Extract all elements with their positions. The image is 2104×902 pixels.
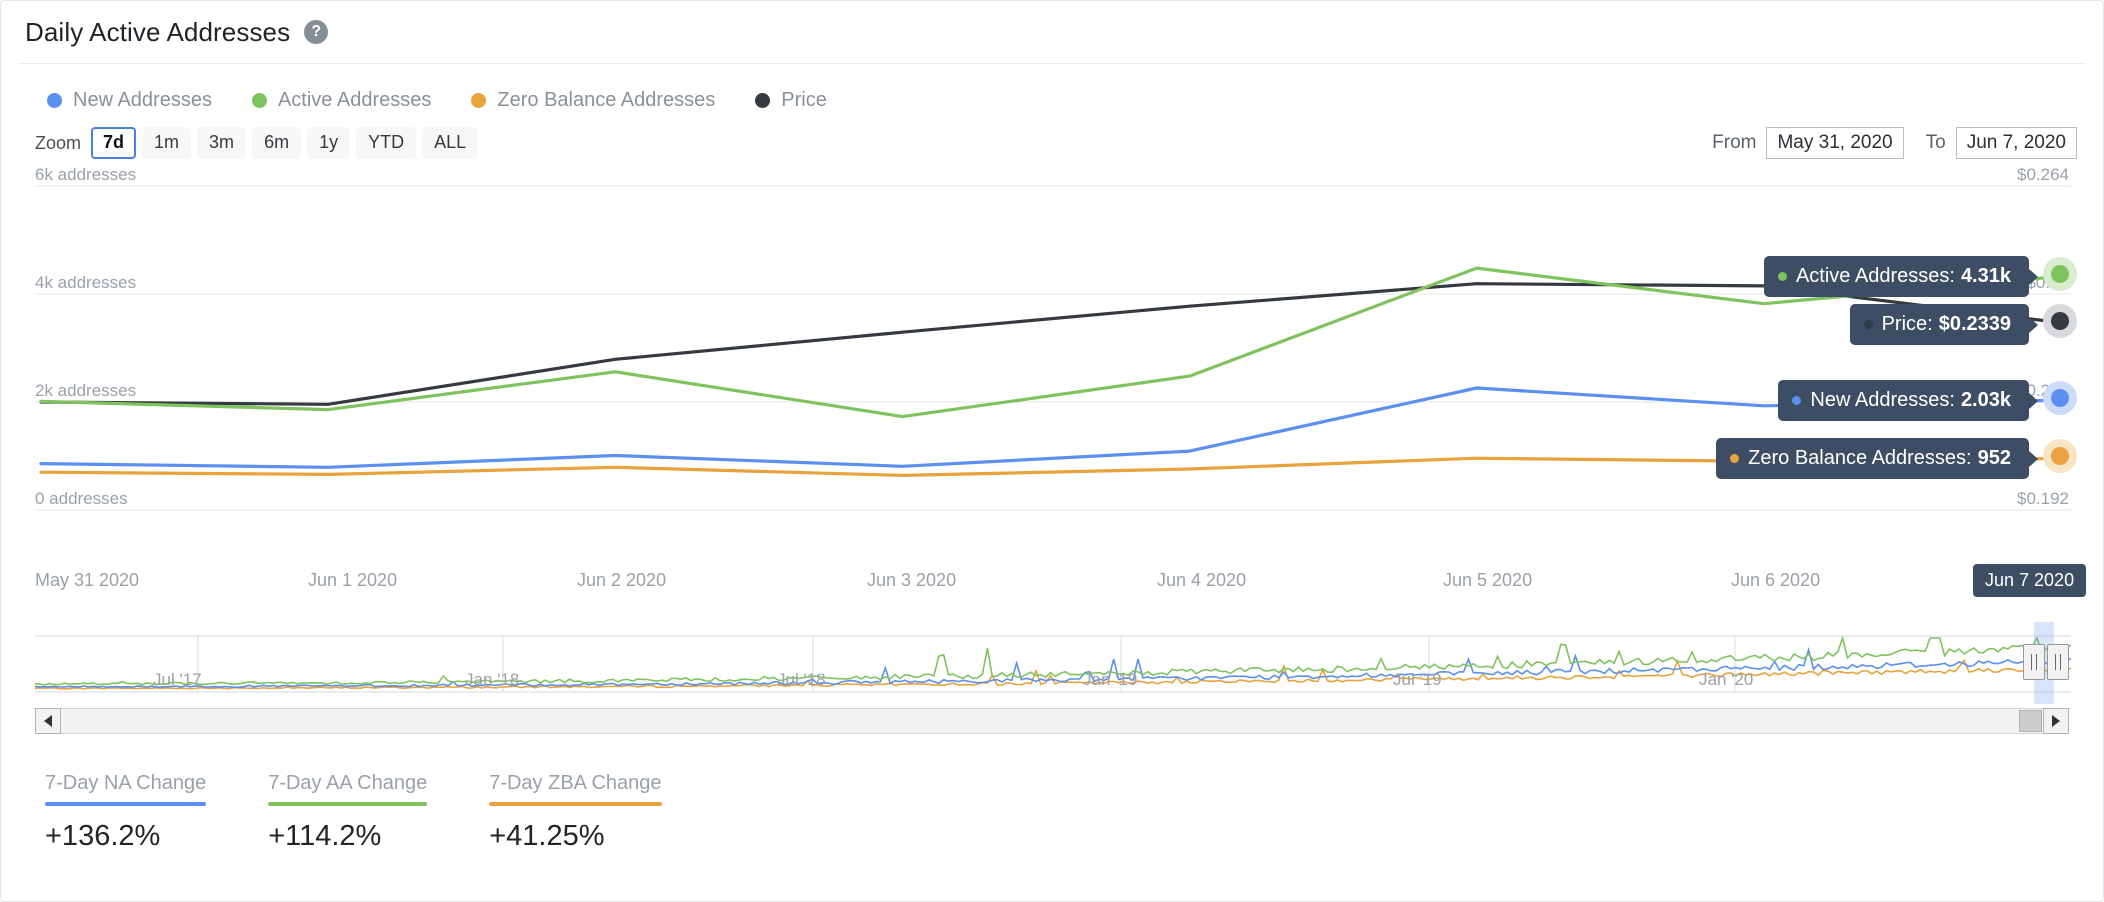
- marker-price: [2043, 304, 2077, 338]
- x-axis-tick-label: Jun 5 2020: [1443, 570, 1533, 590]
- tooltip-label: Price:: [1881, 313, 1933, 335]
- from-date-input[interactable]: May 31, 2020: [1766, 127, 1904, 159]
- legend-item-active-addresses[interactable]: Active Addresses: [251, 88, 432, 112]
- tooltip-dot-icon: [1863, 320, 1873, 329]
- series-line-active-addresses: [39, 266, 2053, 419]
- tooltip-zero-balance-addresses: Zero Balance Addresses: 952: [1716, 438, 2038, 479]
- tooltip-dot-icon: [1792, 396, 1802, 405]
- tooltip-label: New Addresses:: [1810, 389, 1955, 411]
- legend-label: Zero Balance Addresses: [497, 88, 716, 111]
- x-axis-tick-label: Jun 1 2020: [308, 570, 398, 590]
- to-date-input[interactable]: Jun 7, 2020: [1955, 127, 2077, 159]
- widget-header: Daily Active Addresses ?: [1, 1, 2103, 63]
- range-button-all[interactable]: ALL: [422, 127, 479, 159]
- tooltip-new-addresses: New Addresses: 2.03k: [1778, 380, 2038, 421]
- legend-dot-icon: [471, 92, 487, 108]
- to-label: To: [1925, 132, 1946, 153]
- x-axis-tick-label: Jun 2 2020: [577, 570, 667, 590]
- y-axis-tick-label: 2k addresses: [35, 381, 136, 400]
- stat-title: 7-Day ZBA Change: [489, 772, 662, 794]
- tooltip-dot-icon: [1777, 272, 1787, 281]
- stat-underline: [268, 802, 428, 806]
- marker-new-addresses: [2043, 381, 2077, 415]
- x-axis-tick-label: Jun 3 2020: [867, 570, 957, 590]
- chart-controls: Zoom 7d 1m 3m 6m 1y YTD ALL From May 31,…: [1, 116, 2103, 162]
- summary-stats: 7-Day NA Change +136.2% 7-Day AA Change …: [1, 734, 2103, 853]
- range-button-7d[interactable]: 7d: [91, 127, 137, 159]
- tooltip-value: $0.2339: [1938, 313, 2011, 335]
- stat-title: 7-Day AA Change: [268, 772, 428, 794]
- stat-value: +41.25%: [489, 820, 605, 852]
- legend-dot-icon: [251, 92, 267, 108]
- scroll-left-arrow-icon[interactable]: [35, 708, 61, 734]
- legend-label: Price: [781, 88, 827, 111]
- legend-item-price[interactable]: Price: [755, 89, 827, 112]
- stat-underline: [45, 802, 207, 806]
- stat-title: 7-Day NA Change: [45, 772, 207, 794]
- legend-label: Active Addresses: [277, 88, 432, 111]
- stat-7-day-zba-change: 7-Day ZBA Change +41.25%: [489, 772, 662, 853]
- daily-active-addresses-widget: Daily Active Addresses ? New Addresses A…: [0, 0, 2104, 902]
- navigator-labels: Jul '17 Jan '18 Jul '18 Jan '19 Jul '19 …: [35, 622, 2069, 704]
- y-axis-tick-label: 4k addresses: [35, 273, 136, 292]
- legend-dot-icon: [755, 92, 771, 108]
- legend-label: New Addresses: [73, 88, 212, 111]
- navigator-tick-label: Jan '19: [1083, 670, 1138, 689]
- tooltip-value: 4.31k: [1960, 265, 2011, 287]
- range-button-3m[interactable]: 3m: [197, 127, 247, 159]
- tooltip-label: Active Addresses:: [1795, 265, 1955, 287]
- chart-navigator[interactable]: Jul '17 Jan '18 Jul '18 Jan '19 Jul '19 …: [35, 622, 2071, 704]
- navigator-handle-left[interactable]: [2023, 644, 2045, 680]
- tooltip-value: 2.03k: [1960, 389, 2011, 411]
- chart-plot-area[interactable]: 6k addresses 4k addresses 2k addresses 0…: [1, 164, 2103, 574]
- y2-axis-tick-label: $0.264: [2017, 165, 2069, 184]
- scroll-right-arrow-icon[interactable]: [2043, 708, 2069, 734]
- tooltip-label: Zero Balance Addresses:: [1748, 447, 1972, 469]
- x-axis-tick-label: May 31 2020: [35, 570, 140, 590]
- range-button-ytd[interactable]: YTD: [356, 127, 417, 159]
- chart-legend: New Addresses Active Addresses Zero Bala…: [1, 64, 2103, 116]
- stat-7-day-aa-change: 7-Day AA Change +114.2%: [268, 772, 428, 853]
- zoom-label: Zoom: [35, 132, 82, 153]
- navigator-tick-label: Jan '20: [1699, 670, 1754, 689]
- page-title: Daily Active Addresses: [25, 16, 291, 47]
- navigator-tick-label: Jul '19: [1393, 670, 1442, 689]
- legend-item-new-addresses[interactable]: New Addresses: [47, 89, 212, 112]
- navigator-scrollbar[interactable]: [35, 708, 2069, 734]
- from-label: From: [1712, 132, 1757, 153]
- marker-zero-balance-addresses: [2043, 439, 2077, 473]
- tooltip-active-addresses: Active Addresses: 4.31k: [1763, 256, 2039, 297]
- x-axis-tick-label: Jun 6 2020: [1731, 570, 1821, 590]
- stat-7-day-na-change: 7-Day NA Change +136.2%: [45, 772, 207, 853]
- legend-dot-icon: [47, 92, 62, 108]
- stat-value: +136.2%: [45, 820, 161, 852]
- y-axis-tick-label: 6k addresses: [35, 165, 136, 184]
- scrollbar-thumb[interactable]: [2019, 710, 2042, 732]
- y-axis-tick-label: 0 addresses: [35, 489, 128, 508]
- range-button-1y[interactable]: 1y: [307, 127, 351, 159]
- navigator-handle-right[interactable]: [2047, 644, 2069, 680]
- question-mark-icon[interactable]: ?: [304, 20, 329, 44]
- marker-active-addresses: [2043, 257, 2077, 291]
- tooltip-value: 952: [1977, 447, 2011, 469]
- x-axis-tick-label-current: Jun 7 2020: [1973, 564, 2087, 597]
- stat-underline: [489, 802, 662, 806]
- legend-item-zero-balance-addresses[interactable]: Zero Balance Addresses: [471, 89, 715, 112]
- x-axis: May 31 2020 Jun 1 2020 Jun 2 2020 Jun 3 …: [1, 564, 2103, 610]
- tooltip-price: Price: $0.2339: [1849, 304, 2039, 345]
- range-button-6m[interactable]: 6m: [252, 127, 302, 159]
- navigator-tick-label: Jul '17: [153, 670, 202, 689]
- tooltip-dot-icon: [1730, 454, 1740, 463]
- navigator-tick-label: Jul '18: [777, 670, 826, 689]
- stat-value: +114.2%: [268, 820, 382, 852]
- x-axis-tick-label: Jun 4 2020: [1157, 570, 1247, 590]
- y2-axis-tick-label: $0.192: [2017, 489, 2069, 508]
- range-button-1m[interactable]: 1m: [142, 127, 192, 159]
- navigator-tick-label: Jan '18: [465, 670, 520, 689]
